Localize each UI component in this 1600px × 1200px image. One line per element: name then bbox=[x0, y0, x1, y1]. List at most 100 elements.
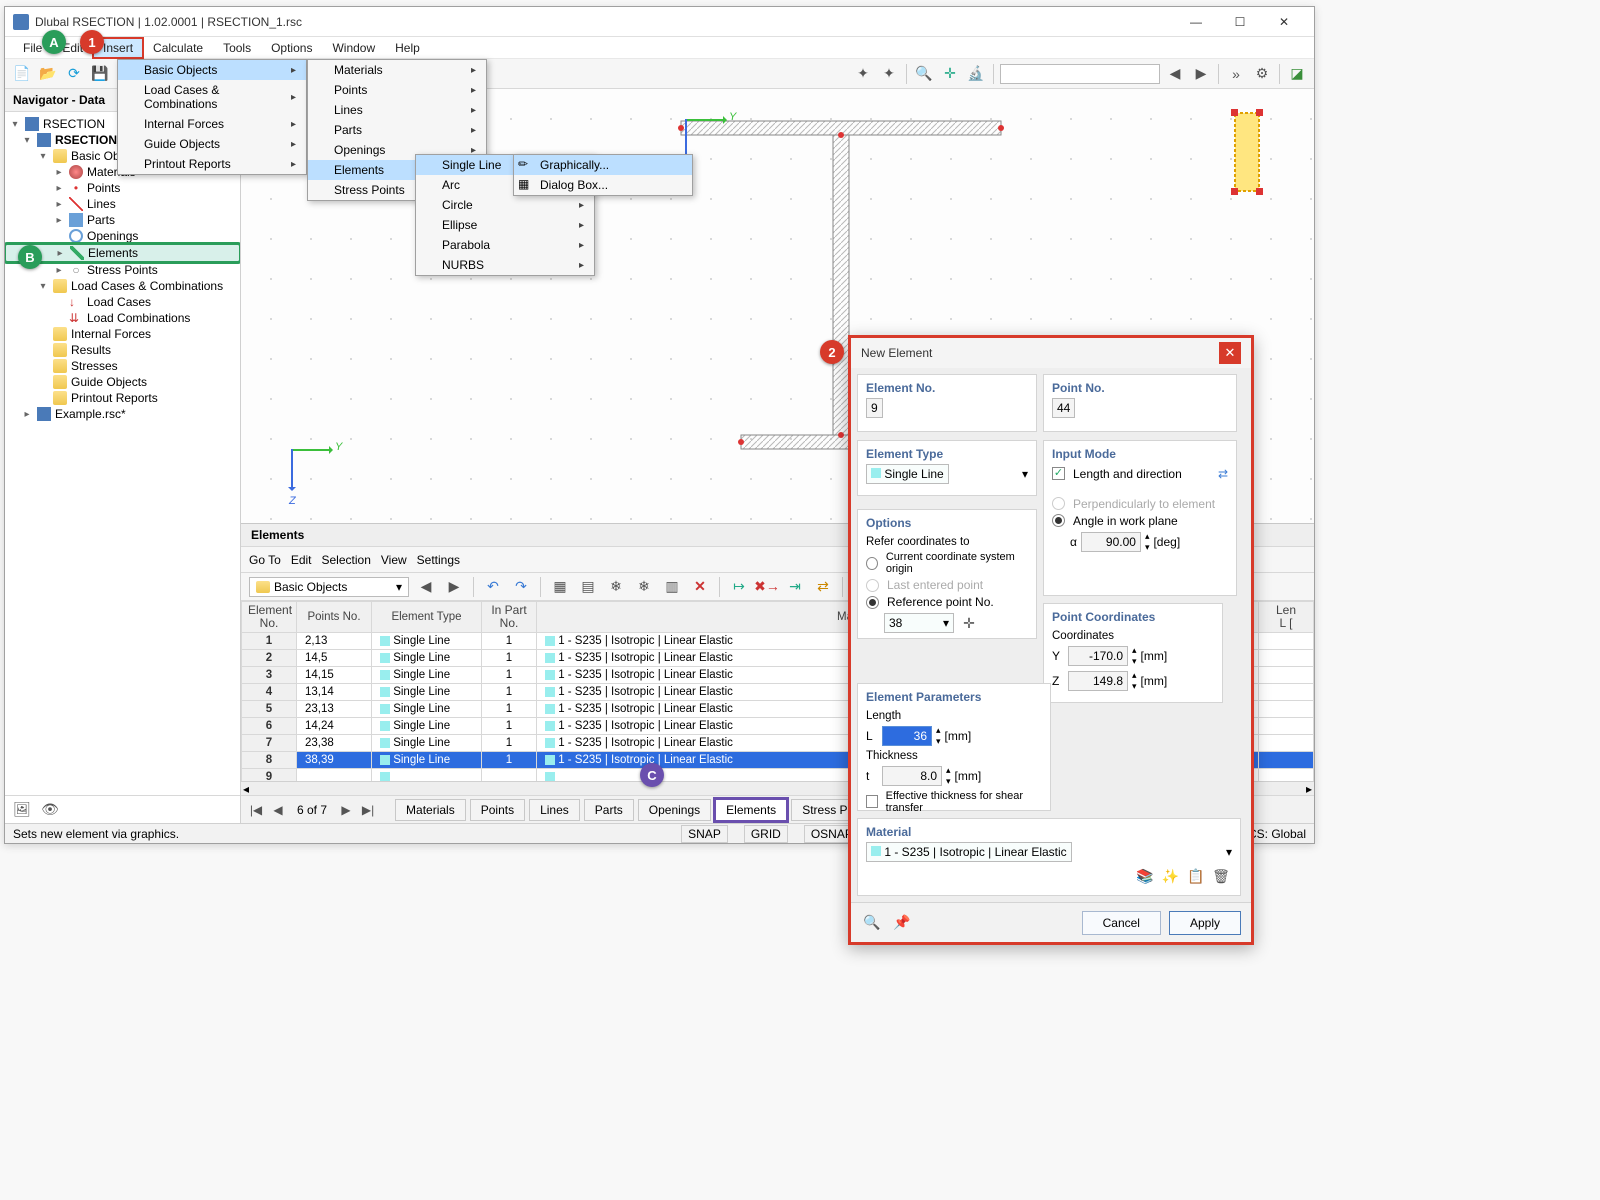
alpha-field[interactable]: 90.00 bbox=[1081, 532, 1141, 552]
bp-goto[interactable]: Go To bbox=[249, 553, 281, 567]
basic-parts[interactable]: Parts▸ bbox=[308, 120, 486, 140]
more-icon[interactable]: » bbox=[1225, 63, 1247, 85]
microscope-icon[interactable]: 🔬 bbox=[965, 63, 987, 85]
toolbar-combo[interactable] bbox=[1000, 64, 1160, 84]
status-snap[interactable]: SNAP bbox=[681, 825, 728, 843]
tab-points[interactable]: Points bbox=[470, 799, 525, 821]
insert-internal-forces[interactable]: Internal Forces▸ bbox=[118, 114, 306, 134]
elem-ellipse[interactable]: Ellipse▸ bbox=[416, 215, 594, 235]
tab-parts[interactable]: Parts bbox=[584, 799, 634, 821]
elem-parabola[interactable]: Parabola▸ bbox=[416, 235, 594, 255]
tab-openings[interactable]: Openings bbox=[638, 799, 711, 821]
grid2-icon[interactable]: ▤ bbox=[577, 576, 599, 598]
menu-window[interactable]: Window bbox=[322, 38, 385, 58]
insert-lcc[interactable]: Load Cases & Combinations▸ bbox=[118, 80, 306, 114]
rad-origin[interactable] bbox=[866, 557, 878, 570]
first-page-icon[interactable]: |◀ bbox=[247, 803, 265, 817]
tree-results[interactable]: Results bbox=[5, 342, 240, 358]
refpt-select[interactable]: 38▾ bbox=[884, 613, 954, 633]
tool-icon[interactable]: ✦ bbox=[878, 63, 900, 85]
open-icon[interactable]: 📂 bbox=[37, 63, 59, 85]
tree-openings[interactable]: Openings bbox=[5, 228, 240, 244]
length-field[interactable]: 36 bbox=[882, 726, 932, 746]
tree-printout-reports[interactable]: Printout Reports bbox=[5, 390, 240, 406]
tree-internal-forces[interactable]: Internal Forces bbox=[5, 326, 240, 342]
pin-icon[interactable]: 📌 bbox=[891, 912, 913, 934]
import-icon[interactable]: ⇥ bbox=[784, 576, 806, 598]
tab-elements[interactable]: Elements bbox=[715, 799, 787, 821]
sort-icon[interactable]: ⇄ bbox=[812, 576, 834, 598]
sl-dialog-box[interactable]: ▦Dialog Box... bbox=[514, 175, 692, 195]
tab-materials[interactable]: Materials bbox=[395, 799, 466, 821]
insert-guide-objects[interactable]: Guide Objects▸ bbox=[118, 134, 306, 154]
status-grid[interactable]: GRID bbox=[744, 825, 788, 843]
new-icon[interactable]: 📄 bbox=[11, 63, 33, 85]
snow1-icon[interactable]: ❄ bbox=[605, 576, 627, 598]
tree-example[interactable]: ▸Example.rsc* bbox=[5, 406, 240, 422]
tree-stresses[interactable]: Stresses bbox=[5, 358, 240, 374]
bp-settings[interactable]: Settings bbox=[417, 553, 460, 567]
basic-lines[interactable]: Lines▸ bbox=[308, 100, 486, 120]
bp-edit[interactable]: Edit bbox=[291, 553, 312, 567]
bp-selection[interactable]: Selection bbox=[322, 553, 371, 567]
refresh-icon[interactable]: ⟳ bbox=[63, 63, 85, 85]
eye-icon[interactable]: 👁 bbox=[39, 799, 61, 821]
snow2-icon[interactable]: ❄ bbox=[633, 576, 655, 598]
point-no-field[interactable]: 44 bbox=[1052, 398, 1075, 418]
nav-next-icon[interactable]: ▶ bbox=[1190, 63, 1212, 85]
chk-eff-thickness[interactable] bbox=[866, 795, 878, 808]
minimize-button[interactable]: — bbox=[1174, 8, 1218, 36]
dialog-close-button[interactable]: ✕ bbox=[1219, 342, 1241, 364]
rad-refpt[interactable] bbox=[866, 596, 879, 609]
tree-guide-objects[interactable]: Guide Objects bbox=[5, 374, 240, 390]
last-page-icon[interactable]: ▶| bbox=[359, 803, 377, 817]
maximize-button[interactable]: ☐ bbox=[1218, 8, 1262, 36]
menu-calculate[interactable]: Calculate bbox=[143, 38, 213, 58]
thumbnail-icon[interactable]: 🖼 bbox=[11, 799, 33, 821]
elem-nurbs[interactable]: NURBS▸ bbox=[416, 255, 594, 275]
zoom-icon[interactable]: 🔍 bbox=[913, 63, 935, 85]
tree-load-cases[interactable]: ↓Load Cases bbox=[5, 294, 240, 310]
close-button[interactable]: ✕ bbox=[1262, 8, 1306, 36]
apply-button[interactable]: Apply bbox=[1169, 911, 1241, 935]
basic-materials[interactable]: Materials▸ bbox=[308, 60, 486, 80]
help-icon[interactable]: 🔍 bbox=[861, 912, 883, 934]
element-no-field[interactable]: 9 bbox=[866, 398, 883, 418]
nav-prev-icon[interactable]: ◀ bbox=[415, 576, 437, 598]
new-material-icon[interactable]: ✨ bbox=[1159, 865, 1181, 887]
tree-parts[interactable]: ▸Parts bbox=[5, 212, 240, 228]
cancel-button[interactable]: Cancel bbox=[1082, 911, 1161, 935]
rad-angle[interactable] bbox=[1052, 514, 1065, 527]
grid-icon[interactable]: ▦ bbox=[549, 576, 571, 598]
undo-icon[interactable]: ↶ bbox=[482, 576, 504, 598]
delete-material-icon[interactable]: 🗑 bbox=[1210, 865, 1232, 887]
tree-lcc[interactable]: ▾Load Cases & Combinations bbox=[5, 278, 240, 294]
copy-icon[interactable]: 📋 bbox=[1185, 865, 1207, 887]
save-icon[interactable]: 💾 bbox=[89, 63, 111, 85]
redo-icon[interactable]: ↷ bbox=[510, 576, 532, 598]
tree-stress-points[interactable]: ▸○Stress Points bbox=[5, 262, 240, 278]
tab-lines[interactable]: Lines bbox=[529, 799, 580, 821]
insert-printout-reports[interactable]: Printout Reports▸ bbox=[118, 154, 306, 174]
zoom-axes-icon[interactable]: ✛ bbox=[939, 63, 961, 85]
bp-view[interactable]: View bbox=[381, 553, 407, 567]
next-page-icon[interactable]: ▶ bbox=[337, 803, 355, 817]
tree-points[interactable]: ▸•Points bbox=[5, 180, 240, 196]
thickness-field[interactable]: 8.0 bbox=[882, 766, 942, 786]
insert-basic-objects[interactable]: Basic Objects▸ bbox=[118, 60, 306, 80]
export-icon[interactable]: ↦ bbox=[728, 576, 750, 598]
tree-lines[interactable]: ▸Lines bbox=[5, 196, 240, 212]
swap-icon[interactable]: ⇄ bbox=[1218, 467, 1228, 481]
basic-points[interactable]: Points▸ bbox=[308, 80, 486, 100]
nav-next-icon[interactable]: ▶ bbox=[443, 576, 465, 598]
element-type-select[interactable]: Single Line▾ bbox=[866, 464, 949, 484]
y-field[interactable]: -170.0 bbox=[1068, 646, 1128, 666]
pick-point-icon[interactable]: ✛ bbox=[958, 612, 980, 634]
nav-prev-icon[interactable]: ◀ bbox=[1164, 63, 1186, 85]
delete-row-icon[interactable]: ✖→ bbox=[756, 576, 778, 598]
elem-circle[interactable]: Circle▸ bbox=[416, 195, 594, 215]
library-icon[interactable]: 📚 bbox=[1134, 865, 1156, 887]
prev-page-icon[interactable]: ◀ bbox=[269, 803, 287, 817]
menu-tools[interactable]: Tools bbox=[213, 38, 261, 58]
bp-category-combo[interactable]: Basic Objects▾ bbox=[249, 577, 409, 597]
